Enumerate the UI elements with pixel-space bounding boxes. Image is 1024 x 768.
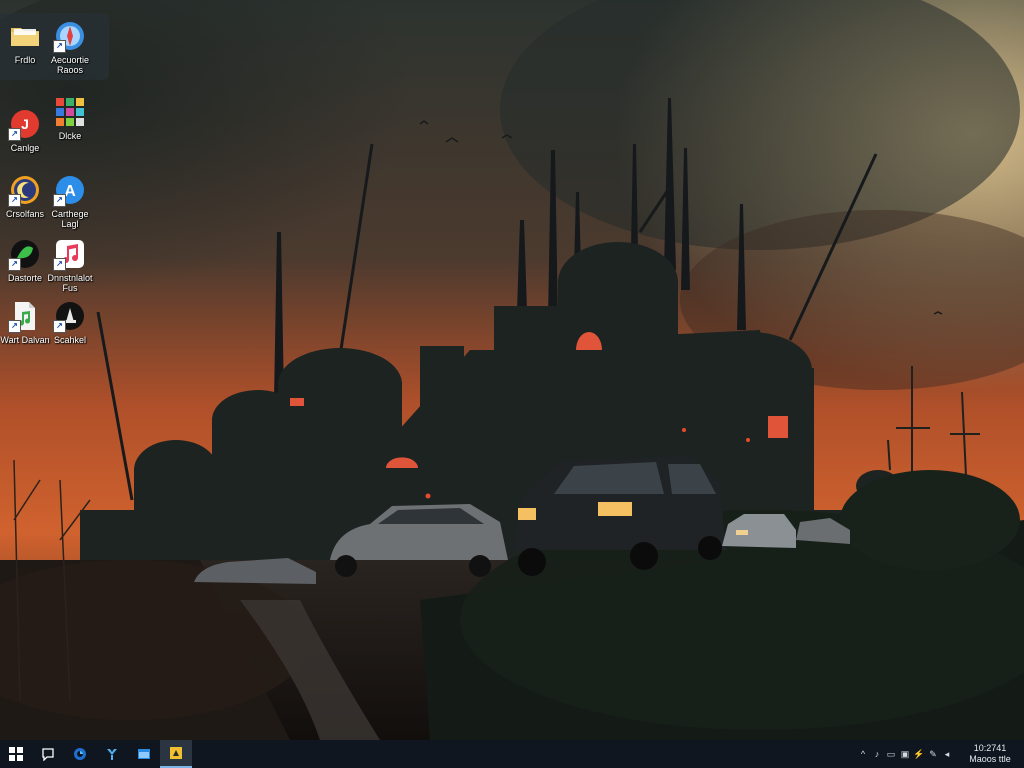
desktop-icon-aecuortie-raoos[interactable]: ↗ Aecuortie Raoos: [47, 20, 93, 75]
taskbar-yellow-app-button[interactable]: [160, 740, 192, 768]
system-tray: ^ ♪ ▭ ▣ ⚡ ✎ ◂ 10:2741 Maoos ttle: [856, 740, 1024, 768]
desktop-icon-crsolfans[interactable]: ↗ Crsolfans: [2, 174, 48, 219]
tray-network-icon[interactable]: ▣: [898, 740, 912, 768]
taskbar-clock[interactable]: 10:2741 Maoos ttle: [962, 743, 1018, 765]
clock-time: 10:2741: [973, 743, 1007, 753]
windows-start-icon: [9, 747, 23, 761]
desktop-icon-label: Aecuortie Raoos: [50, 55, 90, 75]
desktop-icon-label: Carthege Lagl: [51, 209, 89, 229]
dark-circle-app-icon: ↗: [53, 300, 86, 333]
desktop-icon-carthege-lagl[interactable]: A ↗ Carthege Lagl: [47, 174, 93, 229]
svg-text:J: J: [21, 116, 29, 132]
yellow-app-icon: [170, 747, 182, 759]
bird-app-icon: [107, 749, 117, 760]
start-button[interactable]: [0, 740, 32, 768]
desktop-icon-dastorte[interactable]: ↗ Dastorte: [2, 238, 48, 283]
tray-speaker-icon[interactable]: ◂: [940, 740, 954, 768]
taskbar-bird-app-button[interactable]: [96, 740, 128, 768]
desktop-icon-canlge[interactable]: J ↗ Canlge: [2, 108, 48, 153]
clock-date: Maoos ttle: [969, 754, 1011, 764]
desktop-icon-label: Scahkel: [53, 335, 87, 345]
desktop-icon-label: Dlcke: [58, 131, 82, 141]
compass-app-icon: ↗: [53, 20, 86, 53]
tray-power-icon[interactable]: ⚡: [912, 740, 926, 768]
tiles-grid-icon: [54, 96, 86, 128]
desktop-wallpaper: [0, 0, 1024, 740]
desktop-icon-label: Canlge: [10, 143, 40, 153]
window-app-icon: [138, 749, 150, 759]
svg-text:A: A: [64, 183, 76, 200]
moon-badge-icon: ↗: [8, 174, 41, 207]
tray-pen-icon[interactable]: ✎: [926, 740, 940, 768]
desktop-icon-scahkel[interactable]: ↗ Scahkel: [47, 300, 93, 345]
taskbar-window-app-button[interactable]: [128, 740, 160, 768]
taskbar: ^ ♪ ▭ ▣ ⚡ ✎ ◂ 10:2741 Maoos ttle: [0, 740, 1024, 768]
tray-volume-icon[interactable]: ♪: [870, 740, 884, 768]
desktop-icon-label: Frdlo: [14, 55, 36, 65]
desktop-icon-label: Crsolfans: [5, 209, 44, 219]
music-note-icon: ↗: [53, 238, 86, 271]
desktop-icon-dlcke[interactable]: Dlcke: [47, 96, 93, 141]
document-music-icon: ↗: [8, 300, 41, 333]
desktop-icon-dnnstnlalot-fus[interactable]: ↗ Dnnstnlalot Fus: [47, 238, 93, 293]
tray-overflow-icon[interactable]: ^: [856, 740, 870, 768]
taskbar-edge-button[interactable]: [64, 740, 96, 768]
desktop-icon-label: Wart Dalvan: [0, 335, 50, 345]
green-leaf-icon: ↗: [8, 238, 41, 271]
folder-icon: [9, 20, 41, 52]
chat-bubble-icon: [42, 748, 54, 761]
edge-browser-icon: [74, 748, 86, 760]
desktop-icon-label: Dastorte: [7, 273, 42, 283]
tray-display-icon[interactable]: ▭: [884, 740, 898, 768]
blue-a-app-icon: A ↗: [53, 174, 86, 207]
desktop-icon-wart-dalvan[interactable]: ↗ Wart Dalvan: [0, 300, 50, 345]
red-circle-app-icon: J ↗: [8, 108, 41, 141]
desktop-icon-label: Dnnstnlalot Fus: [47, 273, 93, 293]
taskbar-chat-button[interactable]: [32, 740, 64, 768]
desktop-icon-frdlo[interactable]: Frdlo: [2, 20, 48, 65]
